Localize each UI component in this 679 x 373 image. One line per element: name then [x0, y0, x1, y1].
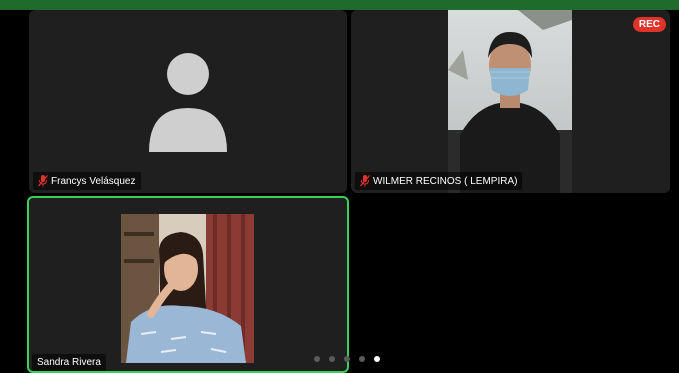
page-dot[interactable]	[359, 356, 365, 362]
participant-video	[448, 10, 572, 193]
page-dot[interactable]	[344, 356, 350, 362]
page-dot[interactable]	[329, 356, 335, 362]
avatar-placeholder-icon	[149, 53, 227, 152]
video-feed-image	[448, 10, 572, 193]
participant-name-label: Francys Velásquez	[33, 172, 141, 190]
mic-muted-icon	[360, 175, 370, 187]
participant-tile-wilmer[interactable]: WILMER RECINOS ( LEMPIRA)	[351, 10, 670, 193]
participant-tile-sandra[interactable]: Sandra Rivera	[27, 196, 349, 373]
page-dot-active[interactable]	[374, 356, 380, 362]
participant-name: Francys Velásquez	[51, 175, 136, 187]
recording-badge: REC	[632, 17, 666, 32]
video-feed-image	[121, 214, 254, 363]
mic-muted-icon	[38, 175, 48, 187]
participant-name-label: Sandra Rivera	[32, 354, 106, 371]
participant-name-label: WILMER RECINOS ( LEMPIRA)	[355, 172, 523, 190]
gallery-page-indicator[interactable]	[314, 356, 380, 362]
participant-name: WILMER RECINOS ( LEMPIRA)	[373, 175, 518, 187]
page-dot[interactable]	[314, 356, 320, 362]
participant-video	[121, 214, 254, 363]
top-bar	[0, 0, 679, 10]
participant-tile-francys[interactable]: Francys Velásquez	[29, 10, 347, 193]
participant-name: Sandra Rivera	[37, 357, 101, 368]
